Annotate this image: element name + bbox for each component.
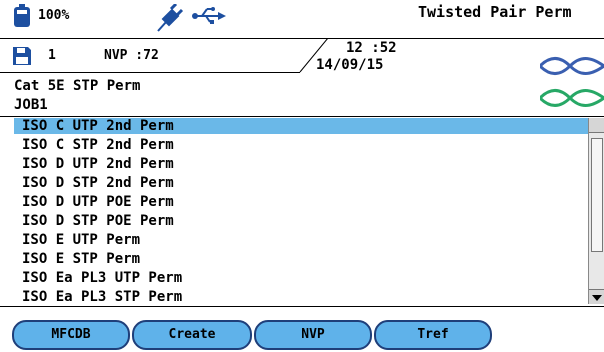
list-item[interactable]: ISO D UTP 2nd Perm xyxy=(14,156,588,172)
usb-icon xyxy=(192,7,226,24)
scroll-thumb[interactable] xyxy=(591,138,603,252)
list-item[interactable]: ISO D STP 2nd Perm xyxy=(14,175,588,191)
list-item[interactable]: ISO C STP 2nd Perm xyxy=(14,137,588,153)
list-scrollbar[interactable] xyxy=(588,118,604,304)
list-item[interactable]: ISO D UTP POE Perm xyxy=(14,194,588,210)
disk-icon xyxy=(13,47,31,65)
clock-time: 12 :52 xyxy=(346,40,397,56)
create-button[interactable]: Create xyxy=(132,320,252,350)
list-top-border xyxy=(0,116,604,117)
list-item[interactable]: ISO Ea PL3 STP Perm xyxy=(14,289,588,305)
job-label: JOB1 xyxy=(14,97,48,113)
top-divider xyxy=(0,38,328,39)
clock-date: 14/09/15 xyxy=(316,57,384,73)
top-divider-right xyxy=(328,38,604,39)
plug-icon xyxy=(157,4,184,32)
battery-level: 100% xyxy=(38,8,70,23)
tref-button[interactable]: Tref xyxy=(374,320,492,350)
test-mode-title: Twisted Pair Perm xyxy=(418,3,572,21)
mfcdb-button[interactable]: MFCDB xyxy=(12,320,130,350)
list-item[interactable]: ISO E UTP Perm xyxy=(14,232,588,248)
tester-screen: 100% Twisted Pair Perm 1 NVP :72 12 :52 … xyxy=(0,0,604,352)
battery-icon xyxy=(14,4,30,27)
header-divider xyxy=(0,72,300,73)
bottom-divider xyxy=(0,306,604,307)
storage-number: 1 xyxy=(48,48,56,63)
limit-list: ISO C UTP 2nd Perm ISO C STP 2nd Perm IS… xyxy=(14,118,588,308)
list-item[interactable]: ISO D STP POE Perm xyxy=(14,213,588,229)
nvp-value: NVP :72 xyxy=(104,48,159,63)
list-item[interactable]: ISO Ea PL3 UTP Perm xyxy=(14,270,588,286)
cable-icon xyxy=(540,57,604,107)
list-item[interactable]: ISO E STP Perm xyxy=(14,251,588,267)
cable-type-label: Cat 5E STP Perm xyxy=(14,78,141,94)
chevron-down-icon xyxy=(592,295,602,301)
scroll-down-button[interactable] xyxy=(589,289,604,304)
softkey-bar: MFCDB Create NVP Tref xyxy=(0,318,604,352)
nvp-button[interactable]: NVP xyxy=(254,320,372,350)
scroll-up-button[interactable] xyxy=(589,118,604,133)
list-item[interactable]: ISO C UTP 2nd Perm xyxy=(14,118,588,134)
